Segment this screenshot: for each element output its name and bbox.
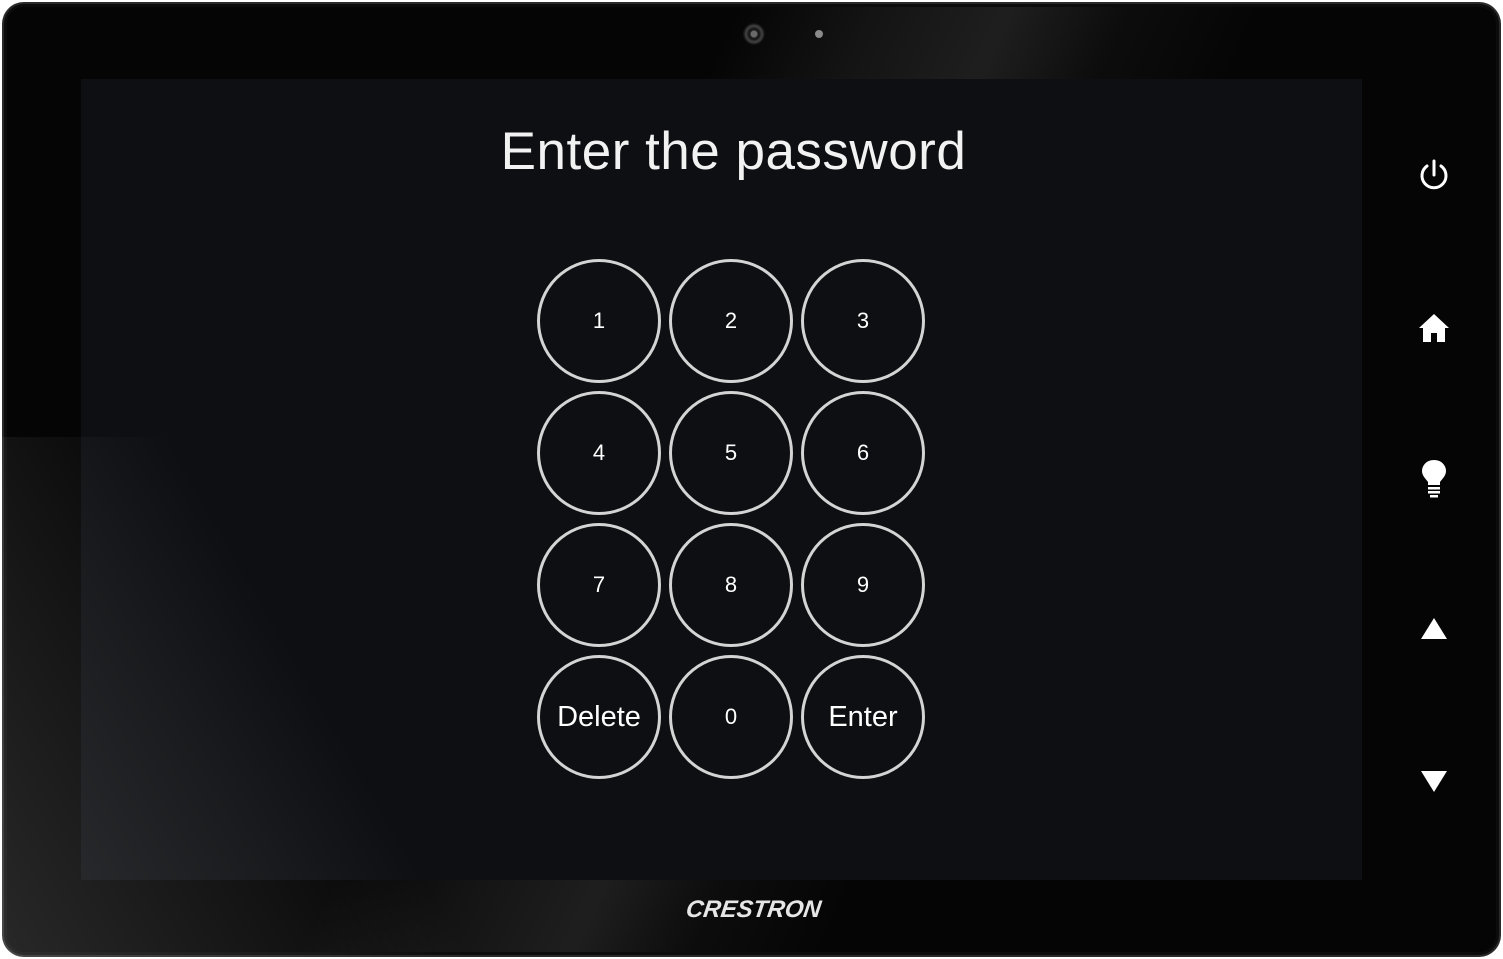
key-0-button[interactable]: 0 bbox=[669, 655, 793, 779]
touch-panel-device: Enter the password 1 2 3 4 5 6 7 8 9 Del… bbox=[2, 2, 1501, 957]
touch-screen: Enter the password 1 2 3 4 5 6 7 8 9 Del… bbox=[81, 79, 1362, 880]
camera-lens bbox=[743, 23, 765, 45]
light-sensor bbox=[815, 30, 823, 38]
page-title: Enter the password bbox=[500, 122, 967, 181]
lights-button[interactable] bbox=[1414, 458, 1454, 498]
up-button[interactable] bbox=[1414, 608, 1454, 648]
key-5-button[interactable]: 5 bbox=[669, 391, 793, 515]
key-6-button[interactable]: 6 bbox=[801, 391, 925, 515]
key-4-button[interactable]: 4 bbox=[537, 391, 661, 515]
enter-button[interactable]: Enter bbox=[801, 655, 925, 779]
numeric-keypad: 1 2 3 4 5 6 7 8 9 Delete 0 Enter bbox=[537, 259, 933, 779]
power-icon bbox=[1420, 159, 1448, 190]
home-icon bbox=[1419, 314, 1449, 342]
key-1-button[interactable]: 1 bbox=[537, 259, 661, 383]
key-9-button[interactable]: 9 bbox=[801, 523, 925, 647]
home-button[interactable] bbox=[1414, 308, 1454, 348]
key-3-button[interactable]: 3 bbox=[801, 259, 925, 383]
arrow-down-icon bbox=[1421, 771, 1447, 792]
lightbulb-icon bbox=[1422, 460, 1446, 498]
down-button[interactable] bbox=[1414, 762, 1454, 802]
crestron-logo: CRESTRON bbox=[684, 896, 823, 923]
delete-button[interactable]: Delete bbox=[537, 655, 661, 779]
arrow-up-icon bbox=[1421, 618, 1447, 639]
key-2-button[interactable]: 2 bbox=[669, 259, 793, 383]
key-8-button[interactable]: 8 bbox=[669, 523, 793, 647]
key-7-button[interactable]: 7 bbox=[537, 523, 661, 647]
power-button[interactable] bbox=[1414, 156, 1454, 196]
